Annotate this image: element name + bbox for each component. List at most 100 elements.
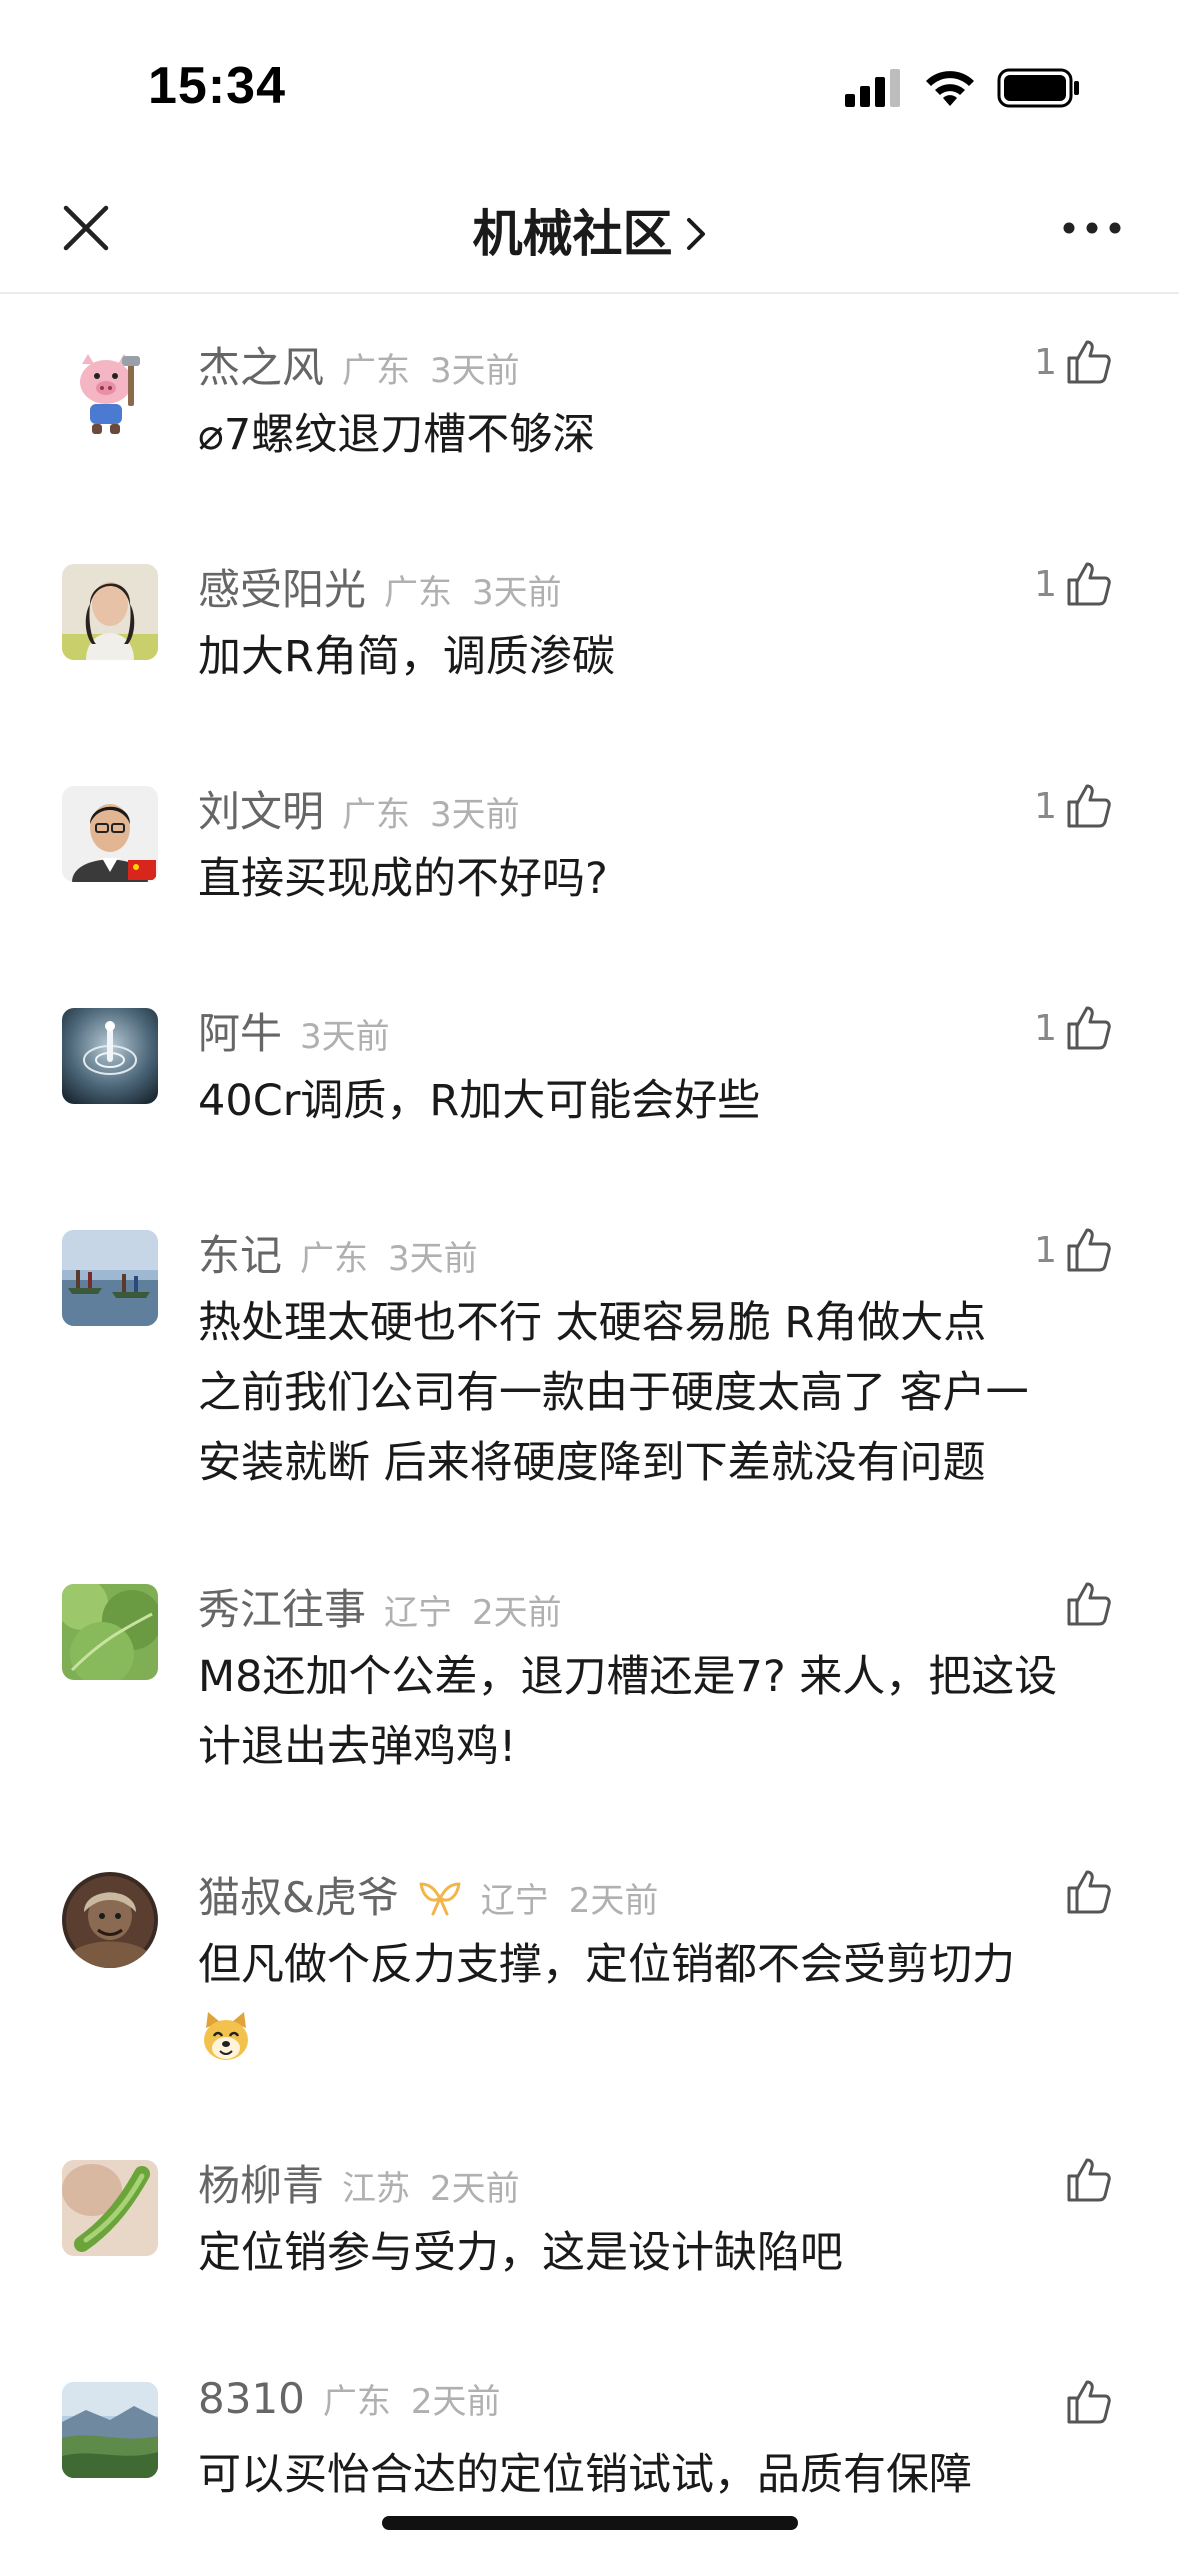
status-bar: 15:34: [0, 0, 1179, 170]
avatar[interactable]: [62, 1584, 158, 1680]
like-button[interactable]: [1057, 2374, 1113, 2430]
comment-meta: 猫叔&虎爷 辽宁 2天前: [198, 1864, 678, 1922]
comment-meta: 感受阳光 广东 3天前: [198, 556, 582, 614]
like-count: 1: [1034, 1229, 1057, 1271]
comment-region: 广东: [322, 2382, 391, 2422]
like-button[interactable]: 1: [1034, 1222, 1113, 1278]
like-button[interactable]: 1: [1034, 778, 1113, 834]
wifi-icon: [926, 71, 974, 106]
comment-author[interactable]: 杰之风: [198, 334, 324, 395]
avatar[interactable]: [62, 342, 158, 438]
lake-boats-avatar-icon: [62, 1230, 158, 1326]
comment-author[interactable]: 猫叔&虎爷: [198, 1864, 399, 1925]
like-button[interactable]: 1: [1034, 1000, 1113, 1056]
comment-author[interactable]: 东记: [198, 1222, 282, 1283]
comment-region: 广东: [342, 795, 411, 835]
more-icon[interactable]: [1061, 200, 1123, 256]
portrait-avatar-icon: [62, 564, 158, 660]
thumbs-up-icon: [1067, 340, 1111, 384]
cellular-signal-icon: [845, 69, 900, 107]
comment-meta: 杨柳青 江苏 2天前: [198, 2152, 540, 2210]
comment-meta: 东记 广东 3天前: [198, 1222, 498, 1280]
thumbs-up-icon: [1067, 2380, 1111, 2424]
comment-region: 江苏: [342, 2169, 411, 2209]
comment-text: ⌀7螺纹退刀槽不够深: [198, 400, 1118, 470]
comment-line: 定位销参与受力，这是设计缺陷吧: [198, 2228, 843, 2278]
comment-text: 但凡做个反力支撑，定位销都不会受剪切力: [198, 1930, 1118, 2064]
landscape-avatar-icon: [62, 2382, 158, 2478]
comment-text: 热处理太硬也不行 太硬容易脆 R角做大点 之前我们公司有一款由于硬度太高了 客户…: [198, 1288, 1118, 1498]
page-title: 机械社区: [472, 205, 673, 263]
comment-line: 安装就断 后来将硬度降到下差就没有问题: [198, 1438, 986, 1488]
thumbs-up-icon: [1067, 1006, 1111, 1050]
comment-author[interactable]: 刘文明: [198, 778, 324, 839]
comment-time: 2天前: [568, 1881, 659, 1921]
nav-bar: 机械社区: [0, 170, 1179, 294]
doge-emoji-icon: [204, 2012, 248, 2060]
comment-time: 2天前: [410, 2382, 501, 2422]
like-count: 1: [1034, 563, 1057, 605]
water-drop-avatar-icon: [62, 1008, 158, 1104]
avatar[interactable]: [62, 1008, 158, 1104]
comment-author[interactable]: 阿牛: [198, 1000, 282, 1061]
comment-text: 可以买怡合达的定位销试试，品质有保障: [198, 2440, 1118, 2510]
chevron-right-icon: [686, 217, 705, 250]
comment-text: 加大R角简，调质渗碳: [198, 622, 1118, 692]
warrior-avatar-icon: [62, 1872, 158, 1968]
comment-author[interactable]: 感受阳光: [198, 556, 366, 617]
comment-region: 辽宁: [480, 1881, 549, 1921]
comment-line: ⌀7螺纹退刀槽不够深: [198, 410, 596, 460]
comment-line: 加大R角简，调质渗碳: [198, 632, 615, 682]
comment-line: 但凡做个反力支撑，定位销都不会受剪切力: [198, 1940, 1015, 1990]
plant-avatar-icon: [62, 2160, 158, 2256]
comment-meta: 杰之风 广东 3天前: [198, 334, 540, 392]
thumbs-up-icon: [1067, 1228, 1111, 1272]
avatar[interactable]: [62, 564, 158, 660]
comment-text: 定位销参与受力，这是设计缺陷吧: [198, 2218, 1118, 2288]
like-button[interactable]: 1: [1034, 334, 1113, 390]
comment-text: 40Cr调质，R加大可能会好些: [198, 1066, 1118, 1136]
home-indicator[interactable]: [382, 2516, 798, 2530]
thumbs-up-icon: [1067, 562, 1111, 606]
thumbs-up-icon: [1067, 784, 1111, 828]
comment-line: 之前我们公司有一款由于硬度太高了 客户一: [198, 1368, 1029, 1418]
comment-region: 辽宁: [384, 1593, 453, 1633]
like-button[interactable]: [1057, 1864, 1113, 1920]
comment-line: 热处理太硬也不行 太硬容易脆 R角做大点: [198, 1298, 987, 1348]
like-button[interactable]: [1057, 1576, 1113, 1632]
comment-text: M8还加个公差，退刀槽还是7? 来人，把这设 计退出去弹鸡鸡!: [198, 1642, 1118, 1782]
portrait-avatar-icon: [62, 786, 158, 882]
comment-time: 3天前: [388, 1239, 478, 1279]
comment-meta: 刘文明 广东 3天前: [198, 778, 540, 836]
comment-line: 计退出去弹鸡鸡!: [198, 1722, 517, 1772]
comment-author[interactable]: 杨柳青: [198, 2152, 324, 2213]
comment-meta: 阿牛 3天前: [198, 1000, 410, 1058]
community-title[interactable]: 机械社区: [0, 194, 1179, 266]
comment-region: 广东: [300, 1239, 369, 1279]
avatar[interactable]: [62, 786, 158, 882]
status-icons: [843, 66, 1081, 110]
avatar[interactable]: [62, 2160, 158, 2256]
ribbon-badge-icon: [419, 1882, 461, 1916]
avatar[interactable]: [62, 1230, 158, 1326]
avatar[interactable]: [62, 2382, 158, 2478]
like-button[interactable]: [1057, 2152, 1113, 2208]
like-count: 1: [1034, 341, 1057, 383]
comment-region: 广东: [342, 351, 411, 391]
comment-meta: 秀江往事 辽宁 2天前: [198, 1576, 582, 1634]
comment-text: 直接买现成的不好吗?: [198, 844, 1118, 914]
battery-icon: [997, 68, 1079, 108]
comment-time: 3天前: [472, 573, 562, 613]
like-button[interactable]: 1: [1034, 556, 1113, 612]
comment-author[interactable]: 秀江往事: [198, 1576, 366, 1637]
comment-line: 直接买现成的不好吗?: [198, 854, 608, 904]
thumbs-up-icon: [1067, 1582, 1111, 1626]
comment-author[interactable]: 8310: [198, 2374, 305, 2423]
leaf-avatar-icon: [62, 1584, 158, 1680]
comment-meta: 8310 广东 2天前: [198, 2374, 521, 2430]
comment-line: 40Cr调质，R加大可能会好些: [198, 1076, 761, 1126]
comment-line: 可以买怡合达的定位销试试，品质有保障: [198, 2450, 972, 2500]
comment-region: 广东: [384, 573, 453, 613]
avatar[interactable]: [62, 1872, 158, 1968]
status-time: 15:34: [148, 57, 286, 115]
